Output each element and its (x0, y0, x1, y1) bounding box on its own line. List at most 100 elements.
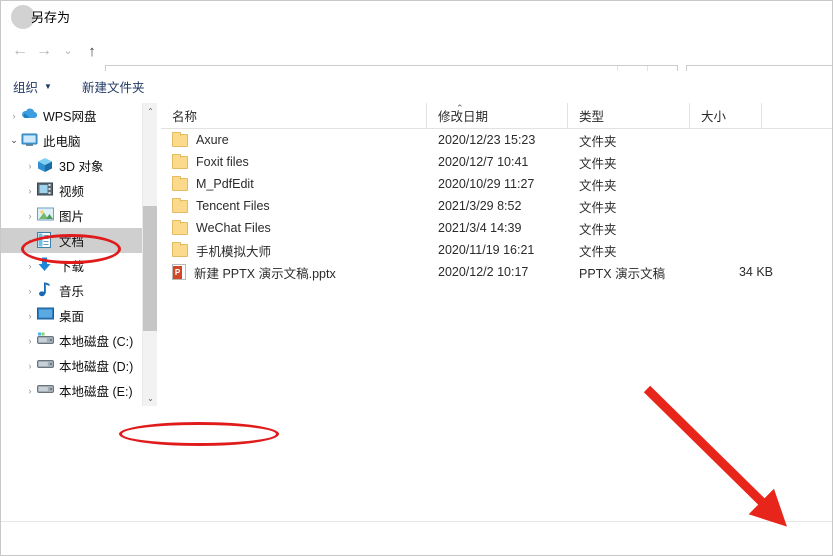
column-header-2[interactable]: 类型 (568, 103, 690, 128)
file-name-text: WeChat Files (196, 221, 271, 235)
column-header-1[interactable]: 修改日期 (427, 103, 568, 128)
cell-type: 文件夹 (579, 178, 617, 193)
chevron-right-icon[interactable]: › (7, 111, 21, 121)
music-icon (37, 282, 54, 299)
column-header-label: 类型 (579, 110, 605, 124)
videos-icon (37, 182, 54, 199)
scroll-down-icon[interactable]: ⌄ (143, 390, 158, 406)
save-as-dialog: 另存为 ← → ⌄ ↑ › 此电脑 › 文档 ⌄ ↻ 搜 (0, 0, 833, 556)
file-name-text: 新建 PPTX 演示文稿.pptx (194, 266, 336, 281)
cell-name: WeChat Files (172, 217, 271, 239)
cell-size (701, 217, 773, 239)
sidebar-item-4[interactable]: › 图片 (1, 203, 142, 228)
recent-locations-icon[interactable]: ⌄ (57, 39, 79, 63)
sidebar-item-10[interactable]: › 本地磁盘 (D:) (1, 353, 142, 378)
drive-icon (37, 357, 54, 374)
column-header-filler (762, 103, 832, 128)
pptx-icon (172, 264, 186, 280)
cell-name: Axure (172, 129, 229, 151)
sidebar-item-3[interactable]: › 视频 (1, 178, 142, 203)
new-folder-button[interactable]: 新建文件夹 (82, 77, 145, 96)
sidebar-item-label: WPS网盘 (43, 110, 97, 124)
chevron-down-icon[interactable]: ⌄ (7, 135, 21, 146)
file-rows: Axure 2020/12/23 15:23 文件夹 Foxit files 2020/… (161, 129, 832, 283)
column-header-row: 名称 ⌃ 修改日期 类型 大小 (161, 103, 832, 129)
command-toolbar: 组织 ▼ 新建文件夹 (1, 71, 832, 103)
cell-date: 2020/11/19 16:21 (438, 243, 535, 257)
sidebar-item-label: 视频 (59, 185, 85, 199)
chevron-right-icon[interactable]: › (23, 286, 37, 296)
column-header-3[interactable]: 大小 (690, 103, 762, 128)
sidebar-item-6[interactable]: › 下载 (1, 253, 142, 278)
cell-size (701, 151, 773, 173)
downloads-icon (37, 257, 54, 274)
new-folder-label: 新建文件夹 (81, 81, 145, 95)
sidebar-item-11[interactable]: › 本地磁盘 (E:) (1, 378, 142, 403)
table-row[interactable]: Axure 2020/12/23 15:23 文件夹 (161, 129, 832, 151)
chevron-right-icon[interactable]: › (23, 186, 37, 196)
table-row[interactable]: 新建 PPTX 演示文稿.pptx 2020/12/2 10:17 PPTX 演示文… (161, 261, 832, 283)
chevron-down-icon: ▼ (44, 82, 52, 91)
cell-type: PPTX 演示文稿 (579, 266, 666, 281)
cell-date: 2020/10/29 11:27 (438, 177, 535, 191)
sidebar-item-9[interactable]: › 本地磁盘 (C:) (1, 328, 142, 353)
sidebar-item-7[interactable]: › 音乐 (1, 278, 142, 303)
cell-date: 2021/3/29 8:52 (438, 199, 522, 213)
folder-icon (172, 197, 188, 213)
sidebar-item-label: 本地磁盘 (E:) (59, 385, 133, 399)
folder-icon (172, 241, 188, 257)
sidebar-item-8[interactable]: › 桌面 (1, 303, 142, 328)
sidebar-item-label: 文档 (59, 235, 85, 249)
table-row[interactable]: Tencent Files 2021/3/29 8:52 文件夹 (161, 195, 832, 217)
chevron-right-icon[interactable]: › (23, 361, 37, 371)
file-name-text: M_PdfEdit (196, 177, 254, 191)
cell-name: 新建 PPTX 演示文稿.pptx (172, 261, 336, 283)
cell-size (701, 129, 773, 151)
navigation-bar: ← → ⌄ ↑ › 此电脑 › 文档 ⌄ ↻ 搜索"文档" (1, 31, 832, 93)
cell-type: 文件夹 (579, 134, 617, 149)
sidebar-item-5[interactable]: › 文档 (1, 228, 142, 253)
forward-icon[interactable]: → (33, 39, 55, 63)
sidebar-item-label: 下载 (59, 260, 85, 274)
column-header-0[interactable]: 名称 (161, 103, 427, 128)
chevron-right-icon[interactable]: › (23, 311, 37, 321)
scroll-up-icon[interactable]: ⌃ (143, 103, 158, 119)
back-icon[interactable]: ← (9, 39, 31, 63)
folder-icon (172, 175, 188, 191)
column-header-label: 修改日期 (438, 110, 489, 124)
organize-button[interactable]: 组织 ▼ (13, 77, 52, 96)
sidebar-item-label: 3D 对象 (59, 160, 104, 174)
sidebar-item-label: 图片 (59, 210, 85, 224)
sidebar-item-1[interactable]: ⌄ 此电脑 (1, 128, 142, 153)
cloud-icon (21, 107, 38, 124)
sidebar-item-2[interactable]: › 3D 对象 (1, 153, 142, 178)
organize-label: 组织 (13, 81, 39, 95)
cell-date: 2021/3/4 14:39 (438, 221, 522, 235)
file-name-text: 手机模拟大师 (196, 244, 272, 259)
chevron-right-icon[interactable]: › (23, 211, 37, 221)
chevron-right-icon[interactable]: › (23, 336, 37, 346)
table-row[interactable]: M_PdfEdit 2020/10/29 11:27 文件夹 (161, 173, 832, 195)
table-row[interactable]: Foxit files 2020/12/7 10:41 文件夹 (161, 151, 832, 173)
title-bar: 另存为 (1, 1, 832, 31)
cell-size: 34 KB (738, 265, 773, 279)
column-header-label: 大小 (701, 110, 727, 124)
chevron-right-icon[interactable]: › (23, 261, 37, 271)
table-row[interactable]: WeChat Files 2021/3/4 14:39 文件夹 (161, 217, 832, 239)
sidebar-scrollbar[interactable]: ⌃ ⌄ (142, 103, 158, 406)
scrollbar-thumb[interactable] (143, 206, 158, 331)
cell-name: 手机模拟大师 (172, 239, 271, 261)
sidebar-item-0[interactable]: › WPS网盘 (1, 103, 142, 128)
cell-size (701, 239, 773, 261)
cell-type: 文件夹 (579, 156, 617, 171)
sidebar-item-label: 音乐 (59, 285, 85, 299)
up-one-level-icon[interactable]: ↑ (81, 39, 103, 63)
cell-name: Foxit files (172, 151, 249, 173)
folder-icon (172, 131, 188, 147)
folder-icon (172, 153, 188, 169)
chevron-right-icon[interactable]: › (23, 161, 37, 171)
table-row[interactable]: 手机模拟大师 2020/11/19 16:21 文件夹 (161, 239, 832, 261)
chevron-right-icon[interactable]: › (23, 236, 37, 246)
chevron-right-icon[interactable]: › (23, 386, 37, 396)
cell-name: Tencent Files (172, 195, 270, 217)
